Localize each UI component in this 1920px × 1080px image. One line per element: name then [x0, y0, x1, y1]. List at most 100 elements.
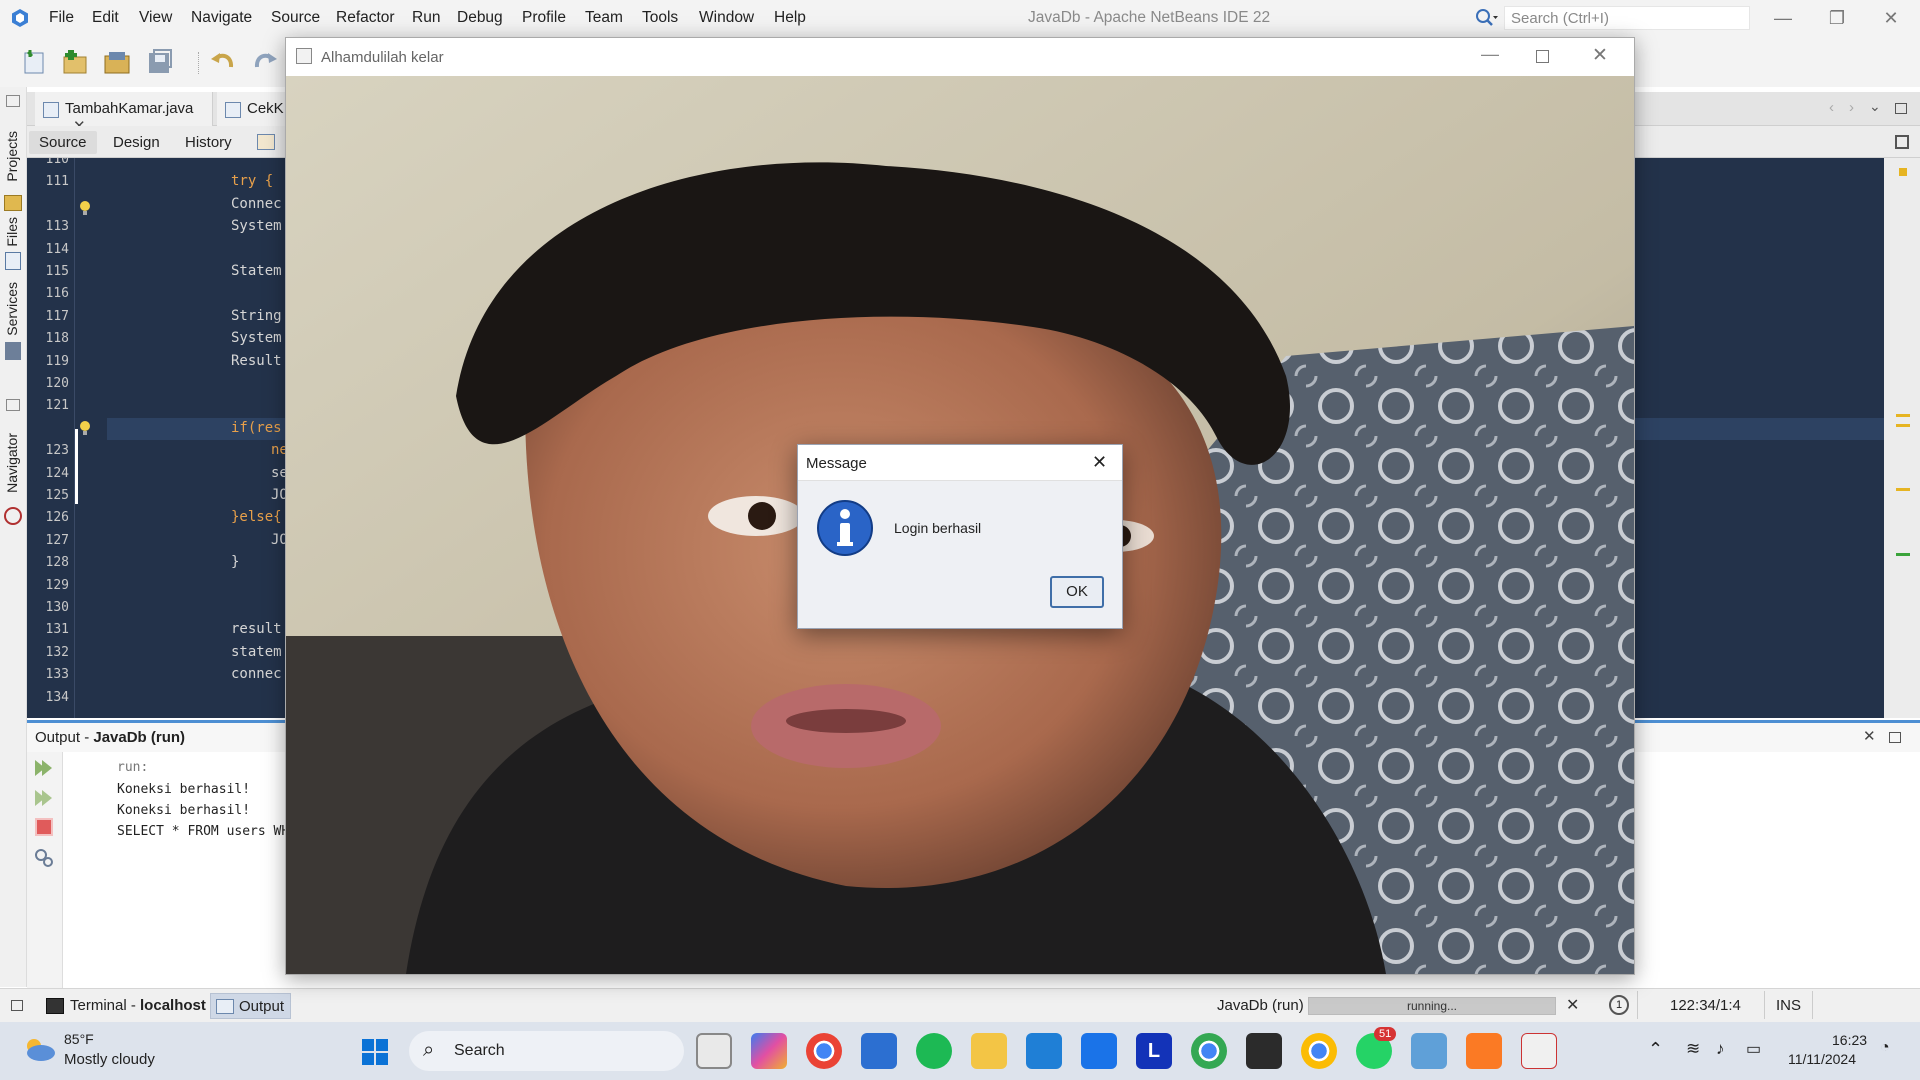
menu-profile[interactable]: Profile — [522, 9, 566, 27]
ok-marker[interactable] — [1896, 553, 1910, 556]
settings-icon[interactable] — [34, 848, 54, 868]
tab-tambahkamar[interactable]: TambahKamar.java ✕ — [35, 92, 213, 135]
redo-icon[interactable] — [250, 47, 280, 77]
output-tab[interactable]: Output — [210, 993, 292, 1019]
show-hidden-icons[interactable]: ⌃ — [1648, 1039, 1663, 1060]
weather-cloud-icon[interactable] — [22, 1036, 56, 1062]
ok-button[interactable]: OK — [1050, 576, 1104, 608]
menu-edit[interactable]: Edit — [92, 9, 119, 27]
chrome-profile-icon[interactable] — [1191, 1033, 1227, 1069]
maximize-editor-icon[interactable] — [1895, 103, 1907, 114]
tab-scroll-right-icon[interactable]: › — [1849, 99, 1854, 116]
navigator-tab[interactable]: Navigator — [4, 433, 20, 493]
tab-source[interactable]: Source — [29, 131, 97, 154]
code-line[interactable]: connec — [231, 666, 282, 682]
chrome-profile2-icon[interactable] — [1301, 1033, 1337, 1069]
volume-icon[interactable]: ♪ — [1716, 1039, 1725, 1059]
spotify-icon[interactable] — [916, 1033, 952, 1069]
tab-design[interactable]: Design — [103, 131, 170, 154]
output-close-icon[interactable]: ✕ — [1863, 727, 1876, 745]
rerun-with-args-icon[interactable] — [33, 788, 55, 808]
split-editor-icon[interactable] — [1895, 135, 1909, 149]
terminal-tab[interactable]: Terminal - localhost — [44, 993, 212, 1019]
tab-history[interactable]: History — [175, 131, 242, 154]
edge-bar-icon[interactable] — [1081, 1033, 1117, 1069]
lightbulb-hint-icon[interactable] — [79, 200, 91, 218]
warning-marker[interactable] — [1896, 488, 1910, 491]
history-back-icon[interactable] — [257, 134, 275, 150]
undo-icon[interactable] — [208, 47, 238, 77]
code-line[interactable]: Result — [231, 353, 282, 369]
code-line[interactable]: if(res — [231, 420, 282, 436]
notification-center-icon[interactable]: ◔ — [1880, 1039, 1890, 1057]
ide-close-button[interactable]: ✕ — [1868, 0, 1914, 37]
code-line[interactable]: System — [231, 218, 282, 234]
dialog-close-button[interactable]: ✕ — [1092, 452, 1107, 473]
menu-file[interactable]: File — [49, 9, 74, 27]
l-app-icon[interactable]: L — [1136, 1033, 1172, 1069]
altair-icon[interactable] — [861, 1033, 897, 1069]
running-process-label[interactable]: JavaDb (run) — [1217, 997, 1304, 1014]
code-line[interactable]: } — [231, 554, 239, 570]
menu-refactor[interactable]: Refactor — [336, 9, 395, 27]
cancel-process-icon[interactable]: ✕ — [1566, 995, 1579, 1015]
tab-list-icon[interactable]: ⌄ — [1869, 98, 1881, 115]
start-icon[interactable] — [361, 1038, 389, 1066]
menu-window[interactable]: Window — [699, 9, 754, 27]
lightbulb-hint-icon[interactable] — [79, 420, 91, 438]
ide-restore-button[interactable]: ❐ — [1814, 0, 1860, 37]
code-line[interactable]: try { — [231, 173, 273, 189]
weather-temp[interactable]: 85°F — [64, 1031, 94, 1047]
notifications-icon[interactable]: 1 — [1609, 995, 1629, 1015]
restore-group-icon[interactable] — [6, 399, 20, 411]
file-explorer-icon[interactable] — [971, 1033, 1007, 1069]
files-tab[interactable]: Files — [4, 217, 20, 247]
terminal-icon[interactable] — [1246, 1033, 1282, 1069]
services-tab[interactable]: Services — [4, 282, 20, 336]
app-maximize-button[interactable] — [1536, 50, 1549, 63]
tab-cekk[interactable]: CekK — [217, 92, 287, 126]
output-maximize-icon[interactable] — [1889, 732, 1901, 743]
search-icon[interactable] — [1475, 8, 1499, 28]
menu-view[interactable]: View — [139, 9, 172, 27]
search-input[interactable]: Search (Ctrl+I) — [1504, 6, 1750, 30]
xampp-icon[interactable] — [1466, 1033, 1502, 1069]
whatsapp-icon[interactable]: 51 — [1356, 1027, 1397, 1069]
wifi-icon[interactable]: ≋ — [1686, 1039, 1700, 1059]
menu-source[interactable]: Source — [271, 9, 320, 27]
code-line[interactable]: }else{ — [231, 509, 282, 525]
warning-marker[interactable] — [1899, 168, 1907, 176]
taskbar-search[interactable]: ⌕ Search — [409, 1031, 684, 1071]
vscode-icon[interactable] — [1026, 1033, 1062, 1069]
chrome-icon[interactable] — [806, 1033, 842, 1069]
projects-tab[interactable]: Projects — [4, 131, 20, 182]
code-line[interactable]: statem — [231, 644, 282, 660]
open-project-icon[interactable] — [102, 47, 132, 77]
menu-help[interactable]: Help — [774, 9, 806, 27]
menu-run[interactable]: Run — [412, 9, 440, 27]
save-all-icon[interactable] — [145, 47, 175, 77]
code-line[interactable]: System — [231, 330, 282, 346]
rerun-icon[interactable] — [33, 758, 55, 778]
insert-mode[interactable]: INS — [1776, 997, 1801, 1014]
warning-marker[interactable] — [1896, 414, 1910, 417]
menu-team[interactable]: Team — [585, 9, 623, 27]
code-line[interactable]: String — [231, 308, 282, 324]
stop-icon[interactable] — [35, 818, 53, 836]
restore-group-icon[interactable] — [11, 1000, 23, 1011]
new-project-icon[interactable] — [60, 47, 90, 77]
new-file-icon[interactable] — [20, 47, 50, 77]
weather-desc[interactable]: Mostly cloudy — [64, 1051, 155, 1068]
menu-navigate[interactable]: Navigate — [191, 9, 252, 27]
netbeans-icon[interactable] — [1411, 1033, 1447, 1069]
menu-tools[interactable]: Tools — [642, 9, 678, 27]
ide-minimize-button[interactable]: — — [1760, 0, 1806, 37]
copilot-icon[interactable] — [751, 1033, 787, 1069]
clock-time[interactable]: 16:23 — [1832, 1032, 1867, 1048]
app-minimize-button[interactable]: — — [1481, 44, 1499, 65]
clock-date[interactable]: 11/11/2024 — [1788, 1051, 1856, 1067]
warning-marker[interactable] — [1896, 424, 1910, 427]
code-line[interactable]: result — [231, 621, 282, 637]
code-line[interactable]: Connec — [231, 196, 282, 212]
java-icon[interactable] — [1521, 1033, 1557, 1069]
